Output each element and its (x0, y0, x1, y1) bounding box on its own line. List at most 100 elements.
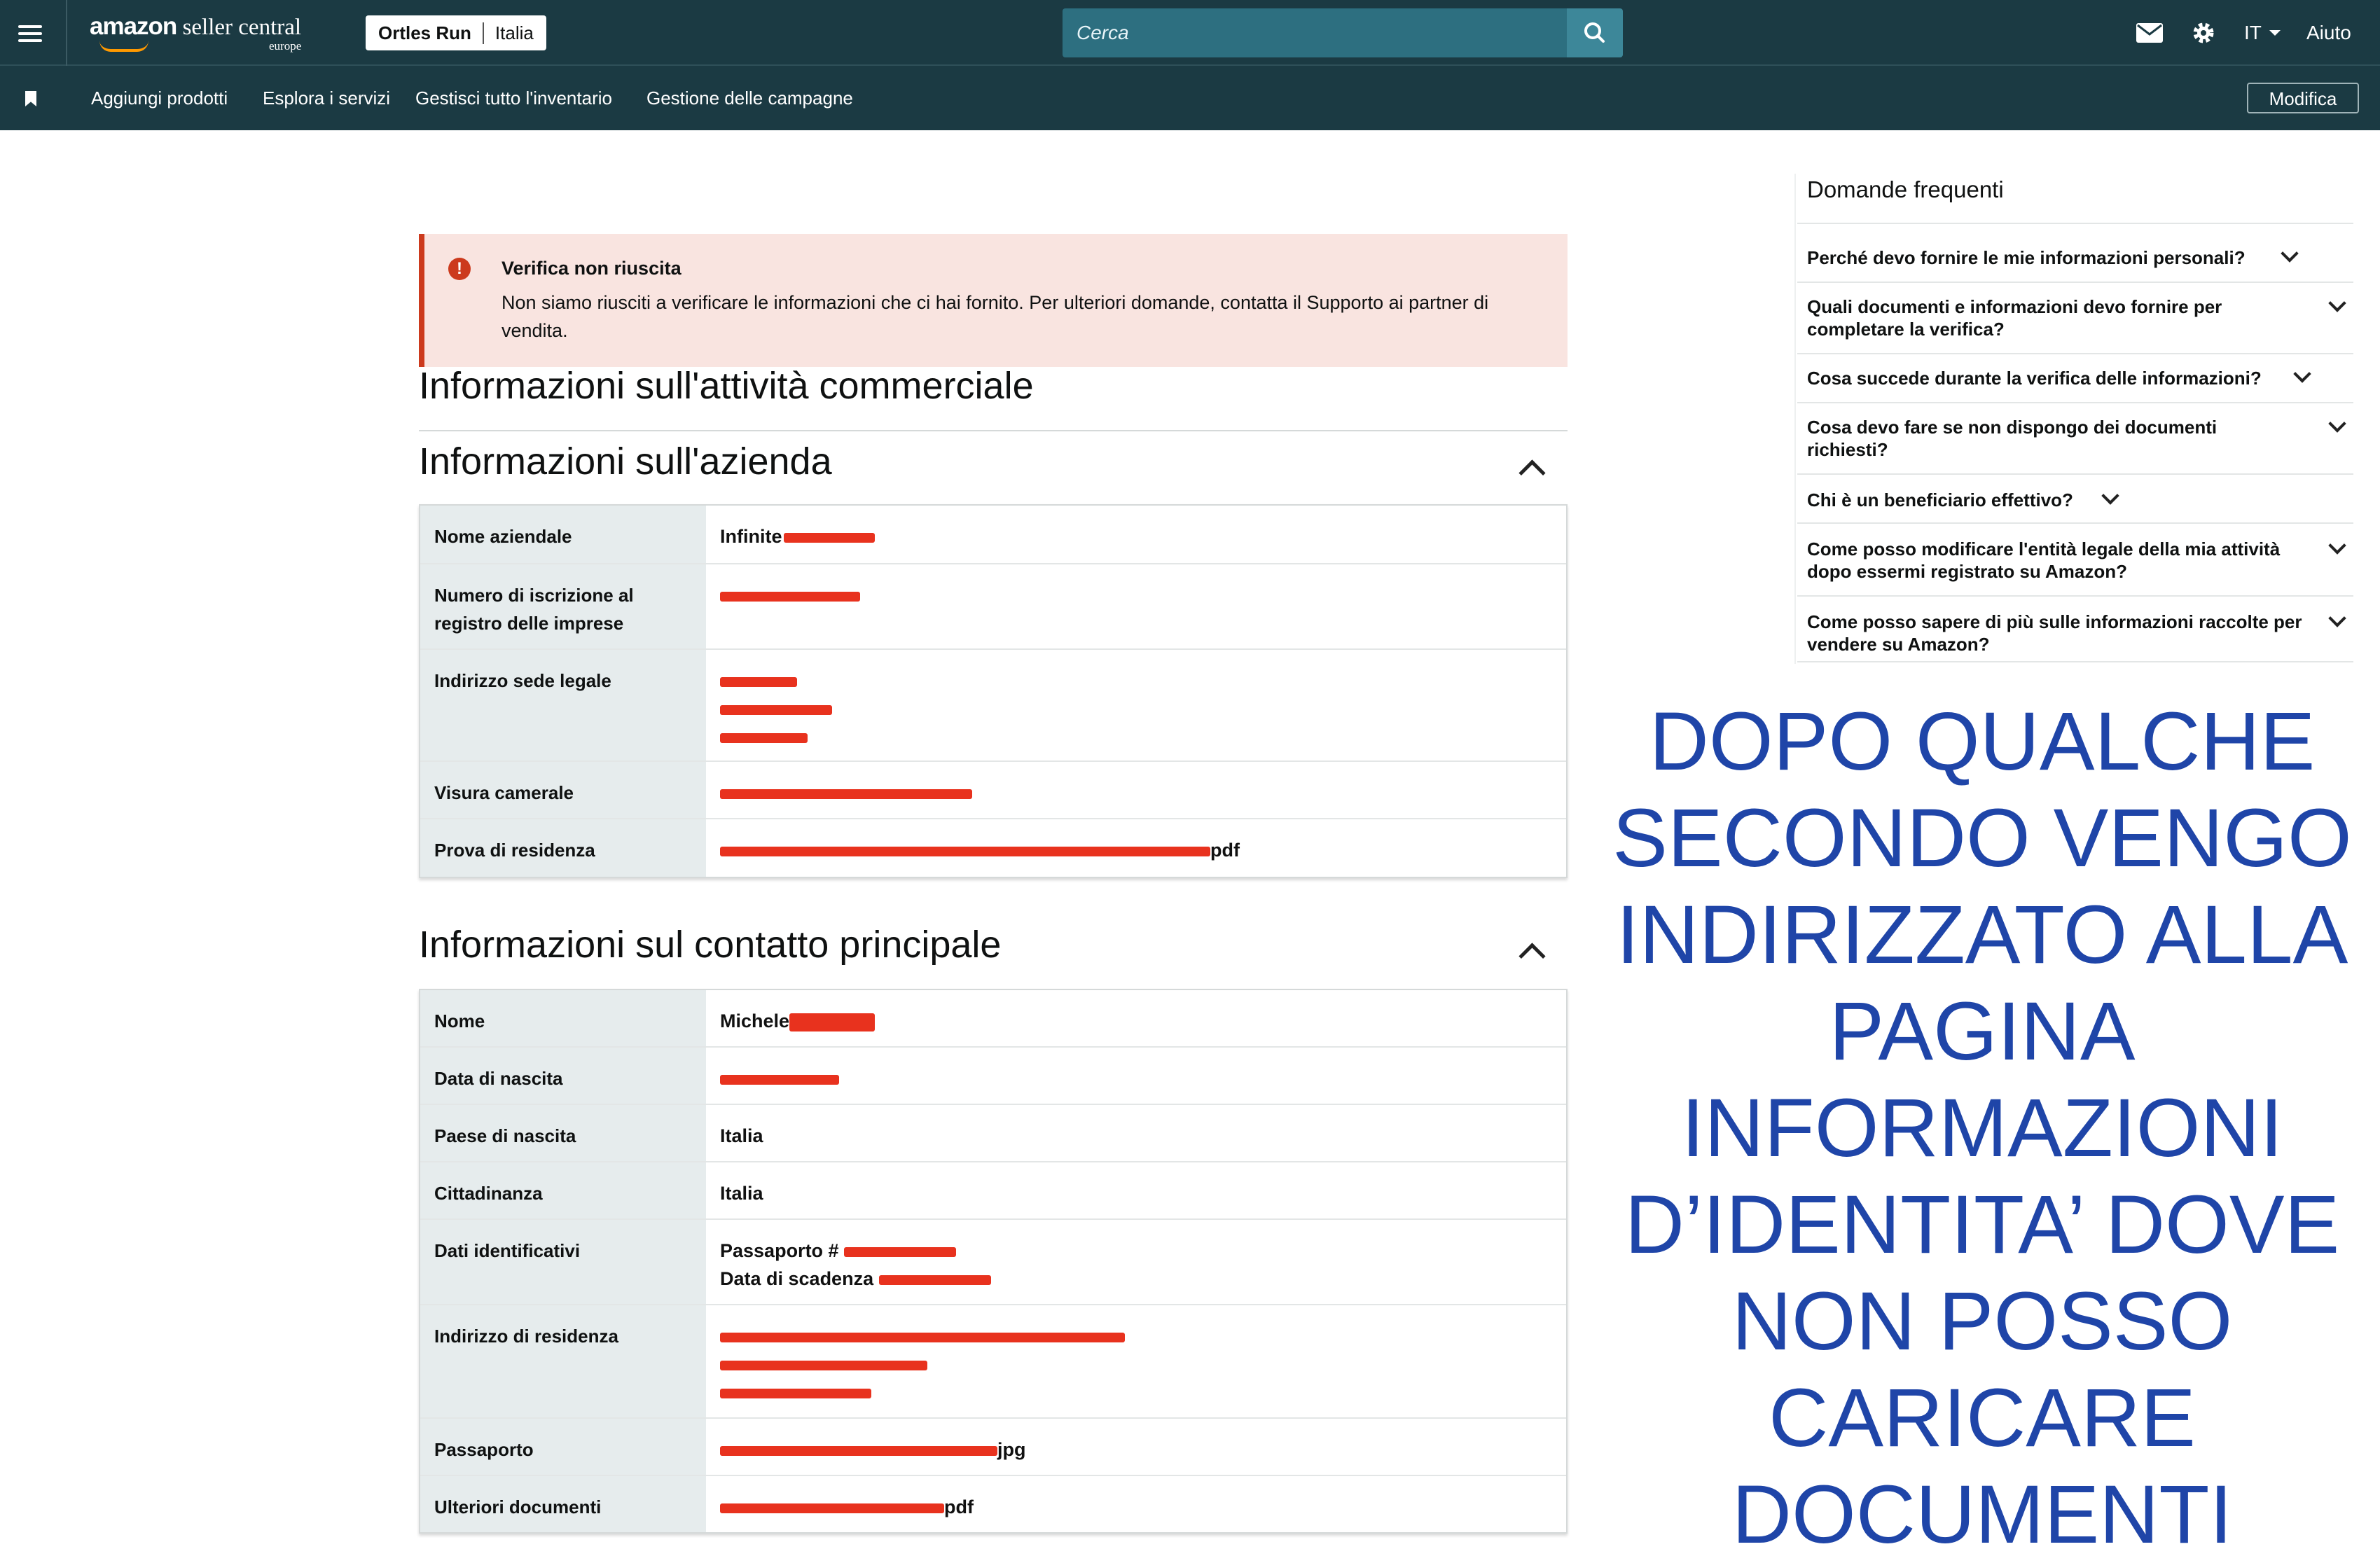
table-row: Nome Michele (420, 990, 1566, 1048)
row-value (706, 564, 1566, 648)
row-label: Indirizzo sede legale (420, 650, 706, 760)
row-label: Passaporto (420, 1419, 706, 1475)
help-link[interactable]: Aiuto (2306, 0, 2351, 66)
divider (1797, 595, 2353, 597)
row-label: Cittadinanza (420, 1162, 706, 1218)
smile-icon (99, 41, 148, 52)
faq-question: Come posso modificare l'entità legale de… (1807, 539, 2281, 582)
table-row: Visura camerale (420, 762, 1566, 819)
search-icon (1584, 22, 1605, 43)
nav-explore-services[interactable]: Esplora i servizi (263, 66, 390, 130)
nav-manage-inventory[interactable]: Gestisci tutto l'inventario (415, 66, 612, 130)
divider (1797, 223, 2353, 224)
residence-proof-ext: pdf (1210, 840, 1240, 861)
table-row: Paese di nascita Italia (420, 1105, 1566, 1162)
table-row: Ulteriori documenti pdf (420, 1476, 1566, 1532)
faq-item[interactable]: Cosa devo fare se non dispongo dei docum… (1807, 416, 2297, 461)
redaction-mark (789, 1013, 876, 1031)
bookmark-icon[interactable] (25, 91, 36, 106)
alert-message: Non siamo riusciti a verificare le infor… (501, 292, 1489, 341)
passport-number-label: Passaporto # (720, 1240, 839, 1261)
faq-item[interactable]: Chi è un beneficiario effettivo? (1807, 489, 2339, 511)
chevron-down-icon[interactable] (2328, 609, 2346, 627)
row-value (706, 650, 1566, 760)
row-value[interactable] (706, 762, 1566, 818)
row-value: Passaporto # Data di scadenza (706, 1220, 1566, 1304)
table-row: Numero di iscrizione al registro delle i… (420, 564, 1566, 650)
faq-item[interactable]: Perché devo fornire le mie informazioni … (1807, 246, 2339, 269)
row-value: Italia (720, 1183, 763, 1204)
faq-item[interactable]: Quali documenti e informazioni devo forn… (1807, 296, 2297, 340)
faq-item[interactable]: Cosa succede durante la verifica delle i… (1807, 367, 2339, 389)
nav-add-products[interactable]: Aggiungi prodotti (91, 66, 228, 130)
table-row: Cittadinanza Italia (420, 1162, 1566, 1220)
nav-campaign-manager[interactable]: Gestione delle campagne (646, 66, 853, 130)
logo-brand: amazon (90, 13, 177, 40)
redaction-mark (720, 1074, 839, 1085)
expiry-date-label: Data di scadenza (720, 1268, 874, 1289)
redaction-mark (720, 1388, 871, 1398)
row-label: Ulteriori documenti (420, 1476, 706, 1532)
divider (1797, 282, 2353, 283)
row-value[interactable]: jpg (706, 1419, 1566, 1475)
table-row: Dati identificativi Passaporto # Data di… (420, 1220, 1566, 1305)
store-selector[interactable]: Ortles Run Italia (366, 15, 546, 50)
redaction-mark (720, 1503, 944, 1513)
extra-docs-ext: pdf (944, 1496, 974, 1517)
redaction-mark (720, 1332, 1125, 1342)
row-value: Infinite (706, 506, 1566, 563)
help-label: Aiuto (2306, 22, 2351, 43)
chevron-up-icon[interactable] (1518, 943, 1546, 970)
company-section-title: Informazioni sull'azienda (419, 440, 832, 482)
verification-failed-alert: ! Verifica non riuscita Non siamo riusci… (419, 234, 1568, 367)
edit-shortcuts-button[interactable]: Modifica (2247, 83, 2359, 113)
redaction-mark (720, 732, 808, 743)
gear-icon[interactable] (2191, 0, 2216, 66)
faq-title: Domande frequenti (1807, 176, 2004, 202)
contact-info-table: Nome Michele Data di nascita Paese di na… (419, 989, 1568, 1534)
seller-central-logo[interactable]: amazon seller central europe (90, 13, 302, 53)
language-selector[interactable]: IT (2244, 0, 2283, 66)
divider (1797, 661, 2353, 662)
overlay-annotation: DOPO QUALCHE SECONDO VENGO INDIRIZZATO A… (1612, 695, 2352, 1561)
faq-item[interactable]: Come posso sapere di più sulle informazi… (1807, 611, 2311, 655)
faq-item[interactable]: Come posso modificare l'entità legale de… (1807, 538, 2325, 583)
chevron-down-icon[interactable] (2328, 415, 2346, 433)
table-row: Nome aziendale Infinite (420, 506, 1566, 564)
company-info-table: Nome aziendale Infinite Numero di iscriz… (419, 504, 1568, 878)
row-value: Italia (720, 1125, 763, 1146)
table-row: Prova di residenza pdf (420, 819, 1566, 877)
hamburger-menu-icon[interactable] (0, 0, 67, 66)
language-label: IT (2244, 22, 2262, 43)
passport-file-ext: jpg (997, 1439, 1026, 1460)
row-label: Indirizzo di residenza (420, 1305, 706, 1417)
redaction-mark (878, 1274, 991, 1285)
mail-icon[interactable] (2136, 0, 2163, 66)
redaction-mark (844, 1246, 957, 1257)
row-value[interactable]: pdf (706, 1476, 1566, 1532)
chevron-down-icon[interactable] (2328, 294, 2346, 312)
shortcut-bar: Aggiungi prodotti Esplora i servizi Gest… (0, 66, 2380, 130)
redaction-mark (720, 1360, 927, 1370)
row-label: Paese di nascita (420, 1105, 706, 1161)
table-row: Indirizzo sede legale (420, 650, 1566, 762)
chevron-up-icon[interactable] (1518, 459, 1546, 487)
alert-title: Verifica non riuscita (501, 258, 682, 279)
search-button[interactable] (1567, 8, 1623, 57)
row-value (706, 1305, 1566, 1417)
faq-question: Cosa devo fare se non dispongo dei docum… (1807, 417, 2218, 460)
redaction-mark (720, 704, 832, 715)
row-value[interactable]: pdf (706, 819, 1566, 877)
row-label: Nome aziendale (420, 506, 706, 563)
row-label: Nome (420, 990, 706, 1046)
redaction-mark (783, 532, 875, 543)
search-bar: Cerca (1063, 8, 1623, 57)
divider (1797, 473, 2353, 475)
error-icon: ! (448, 258, 471, 280)
chevron-down-icon[interactable] (2328, 536, 2346, 555)
logo-region: europe (269, 39, 302, 53)
search-input[interactable]: Cerca (1063, 8, 1567, 57)
redaction-mark (720, 789, 972, 799)
logo-sub: seller central (177, 15, 302, 40)
redaction-mark (720, 676, 797, 687)
